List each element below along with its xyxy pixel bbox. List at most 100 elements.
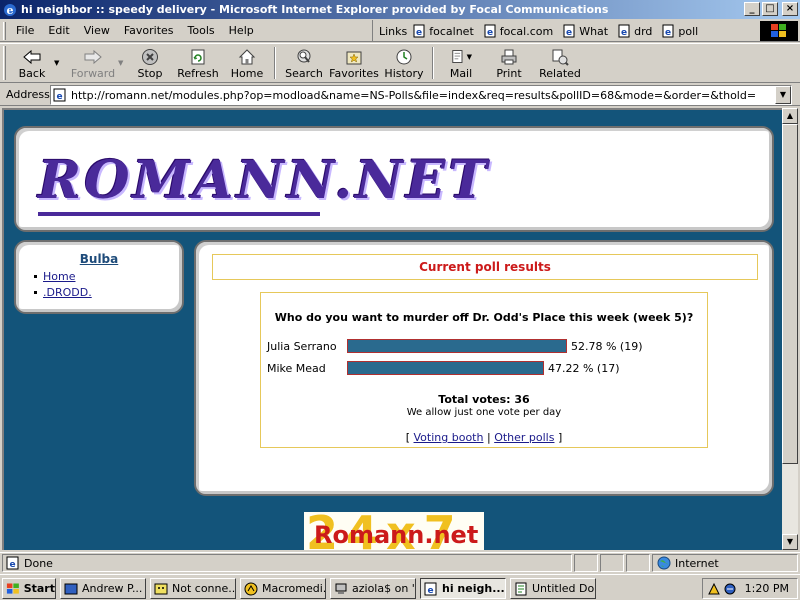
- svg-text:e: e: [9, 560, 15, 570]
- toolbar-grip[interactable]: [3, 46, 6, 80]
- site-logo[interactable]: ROMANN.NET: [38, 150, 490, 211]
- history-button[interactable]: History: [380, 44, 428, 82]
- bullet: [34, 275, 37, 278]
- option-percent: 52.78 % (19): [571, 339, 643, 353]
- scroll-thumb[interactable]: [782, 124, 798, 464]
- history-label: History: [384, 66, 424, 80]
- related-button[interactable]: Related: [534, 44, 586, 82]
- page-icon: e: [662, 24, 674, 38]
- standard-toolbar: Back ▼ Forward ▼ Stop Refresh Home Searc…: [0, 43, 800, 83]
- svg-text:e: e: [621, 28, 627, 38]
- vertical-scrollbar[interactable]: ▲ ▼: [782, 108, 798, 550]
- print-button[interactable]: Print: [484, 44, 534, 82]
- refresh-icon: [187, 47, 209, 67]
- option-name: Mike Mead: [267, 361, 326, 375]
- link-separator: |: [486, 431, 491, 444]
- back-label: Back: [18, 66, 46, 80]
- history-icon: [393, 47, 415, 67]
- scroll-down-icon[interactable]: ▼: [782, 534, 798, 550]
- status-cell: [600, 554, 624, 572]
- task-button[interactable]: Not conne...: [150, 578, 236, 599]
- windows-logo-icon: [760, 21, 798, 41]
- voting-booth-link[interactable]: Voting booth: [414, 431, 484, 444]
- home-icon: [236, 47, 258, 67]
- search-button[interactable]: Search: [280, 44, 328, 82]
- task-button-active[interactable]: e hi neigh...: [420, 578, 506, 599]
- macromedia-icon: [244, 582, 258, 595]
- link-drd[interactable]: e drd: [618, 24, 652, 38]
- menu-grip[interactable]: [3, 21, 6, 40]
- menu-favorites[interactable]: Favorites: [117, 24, 181, 37]
- page-icon: e: [6, 556, 19, 570]
- task-label: aziola$ on '...: [352, 582, 415, 595]
- home-button[interactable]: Home: [224, 44, 270, 82]
- links-label[interactable]: Links: [379, 25, 407, 38]
- forward-button[interactable]: Forward: [64, 44, 122, 82]
- favorites-button[interactable]: Favorites: [328, 44, 380, 82]
- menu-help[interactable]: Help: [222, 24, 261, 37]
- links-bar: Links e focalnet e focal.com e What e dr…: [372, 20, 708, 42]
- window-title-bar[interactable]: e hi neighbor :: speedy delivery - Micro…: [0, 0, 800, 19]
- banner-ad[interactable]: 24x7 Romann.net: [304, 512, 484, 550]
- clock[interactable]: 1:20 PM: [745, 582, 789, 595]
- close-button[interactable]: ×: [782, 2, 798, 16]
- address-input[interactable]: e http://romann.net/modules.php?op=modlo…: [50, 85, 792, 105]
- link-poll[interactable]: e poll: [662, 24, 698, 38]
- page-icon: e: [563, 24, 575, 38]
- task-button[interactable]: Andrew P...: [60, 578, 146, 599]
- search-icon: [293, 47, 315, 67]
- poll-results-heading: Current poll results: [212, 254, 758, 280]
- start-button[interactable]: Start: [2, 578, 56, 599]
- print-icon: [498, 47, 520, 67]
- main-panel: Current poll results Who do you want to …: [194, 240, 774, 496]
- option-percent: 47.22 % (17): [548, 361, 620, 375]
- header-panel: ROMANN.NET: [14, 126, 774, 232]
- minimize-button[interactable]: _: [744, 2, 760, 16]
- sidebar-item-home: Home: [34, 270, 92, 283]
- back-dropdown-icon[interactable]: ▼: [54, 59, 59, 67]
- svg-text:e: e: [566, 28, 572, 38]
- menu-view[interactable]: View: [77, 24, 117, 37]
- zone-text: Internet: [675, 556, 719, 570]
- print-label: Print: [496, 66, 522, 80]
- status-text-cell: e Done: [2, 554, 572, 572]
- bullet: [34, 291, 37, 294]
- result-bar: [347, 361, 544, 375]
- menu-edit[interactable]: Edit: [41, 24, 76, 37]
- address-dropdown-icon[interactable]: ▼: [775, 86, 791, 104]
- menu-file[interactable]: File: [9, 24, 41, 37]
- back-button[interactable]: Back: [10, 44, 54, 82]
- network-icon[interactable]: [707, 582, 721, 596]
- link-focal-com[interactable]: e focal.com: [484, 24, 553, 38]
- other-polls-link[interactable]: Other polls: [494, 431, 554, 444]
- toolbar-separator: [432, 47, 434, 79]
- link-focalnet[interactable]: e focalnet: [413, 24, 474, 38]
- task-button[interactable]: Macromedi...: [240, 578, 326, 599]
- page-icon: e: [484, 24, 496, 38]
- related-label: Related: [539, 66, 581, 80]
- menu-bar: File Edit View Favorites Tools Help Link…: [0, 20, 800, 42]
- svg-text:e: e: [416, 28, 422, 38]
- refresh-button[interactable]: Refresh: [172, 44, 224, 82]
- stop-button[interactable]: Stop: [128, 44, 172, 82]
- task-label: Not conne...: [172, 582, 236, 595]
- document-icon: [515, 582, 527, 595]
- sidebar-link-home[interactable]: Home: [43, 270, 75, 283]
- task-button[interactable]: aziola$ on '...: [330, 578, 416, 599]
- system-tray: 1:20 PM: [702, 578, 798, 599]
- maximize-button[interactable]: □: [762, 2, 778, 16]
- stop-icon: [139, 47, 161, 67]
- bracket-close: ]: [557, 431, 563, 444]
- address-url[interactable]: http://romann.net/modules.php?op=modload…: [71, 89, 756, 102]
- forward-dropdown-icon[interactable]: ▼: [118, 59, 123, 67]
- volume-icon[interactable]: [723, 582, 737, 596]
- mail-button[interactable]: ▼ Mail: [438, 44, 484, 82]
- menu-tools[interactable]: Tools: [181, 24, 222, 37]
- svg-text:e: e: [487, 28, 493, 38]
- sidebar-title[interactable]: Bulba: [16, 252, 182, 266]
- scroll-up-icon[interactable]: ▲: [782, 108, 798, 124]
- task-button[interactable]: Untitled Do...: [510, 578, 596, 599]
- start-label: Start: [23, 582, 55, 595]
- sidebar-link-drodd[interactable]: .DRODD.: [43, 286, 92, 299]
- link-what[interactable]: e What: [563, 24, 608, 38]
